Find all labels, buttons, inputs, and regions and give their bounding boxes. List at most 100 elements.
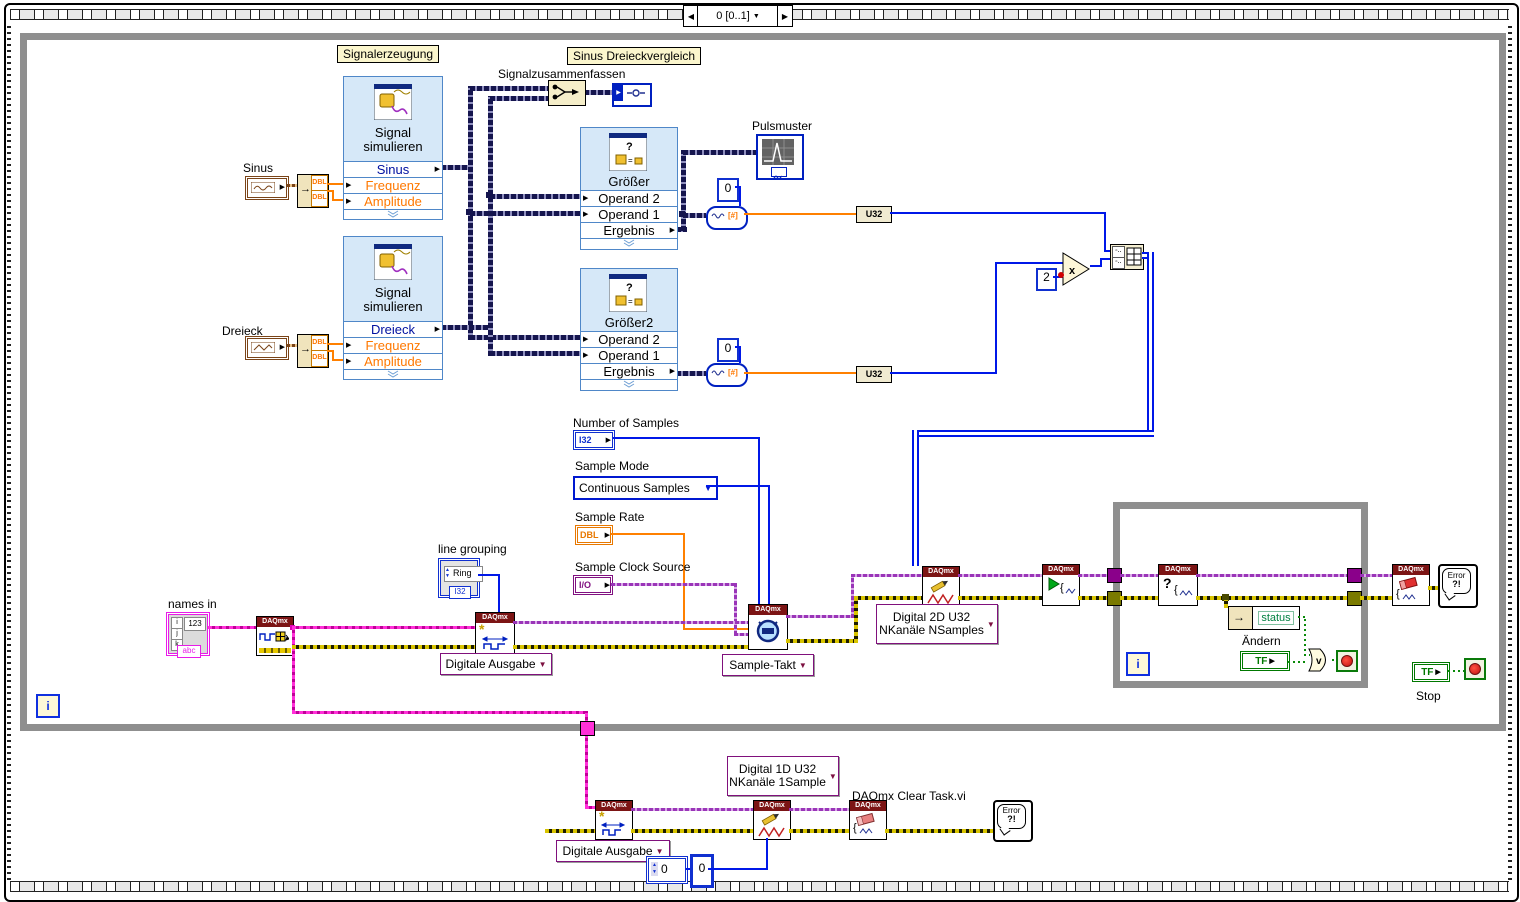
multiply-node[interactable]: x (1062, 252, 1092, 286)
expand-chevron[interactable] (581, 379, 677, 390)
convert-from-dynamic-node-2[interactable]: [#] (706, 363, 748, 387)
wire-junction (679, 211, 685, 217)
error-dialog-node-2[interactable]: Error ?! (993, 800, 1033, 842)
vi-title: Größer2 (604, 315, 654, 330)
chevron-down-icon: ▼ (986, 619, 995, 629)
stop-boolean-control[interactable]: TF ▶ (1412, 662, 1450, 682)
express-vi-groesser-1[interactable]: ? = Größer Operand 2 ▶ Operand 1 ▶ Ergebnis… (580, 127, 678, 250)
pulsmuster-chart-terminal[interactable] (756, 134, 804, 180)
two-constant[interactable]: 2 (1036, 268, 1057, 291)
sample-rate-control[interactable]: DBL ▶ (575, 525, 613, 545)
daqmx-write-node-2[interactable]: DAQmx (753, 800, 791, 840)
daqmx-create-channel-node-2[interactable]: DAQmx * (595, 800, 633, 840)
unbundle-by-name-node[interactable]: → (1228, 606, 1254, 630)
merge-signals-icon (549, 84, 583, 107)
sample-mode-dropdown[interactable]: Continuous Samples ▼ (573, 476, 718, 500)
unbundle-node-sinus[interactable]: → DBL DBL (297, 174, 329, 208)
speech-bubble-icon: Error ?! (1442, 568, 1471, 594)
inner-loop-iteration-terminal[interactable]: i (1126, 652, 1150, 676)
daqmx-write-node[interactable]: DAQmx (922, 566, 960, 608)
input-row[interactable]: Frequenz ▶ (344, 177, 442, 194)
names-in-array-control[interactable]: i j k 123 abc (166, 612, 210, 658)
dynamic-data-indicator[interactable]: ▶ (612, 83, 652, 107)
line-grouping-ring-control[interactable]: Ring ▲ ▼ I32 (438, 558, 483, 599)
zero-constant-bottom[interactable]: 0 (690, 854, 714, 888)
svg-text:v: v (1316, 656, 1322, 667)
expand-chevron[interactable] (344, 209, 442, 219)
express-vi-groesser-2[interactable]: ? = Größer2 Operand 2 ▶ Operand 1 ▶ Ergebni… (580, 268, 678, 391)
build-array-node[interactable]: ▫‥ ▫‥ (1110, 244, 1144, 270)
zero-constant-2[interactable]: 0 (717, 338, 739, 362)
free-label-signalerzeugung[interactable]: Signalerzeugung (337, 45, 440, 63)
daqmx-flatten-channel-node[interactable]: DAQmx (256, 616, 294, 656)
sample-rate-label: Sample Rate (575, 510, 645, 524)
zero-constant-1[interactable]: 0 (717, 178, 739, 202)
daqmx-timing-node[interactable]: DAQmx (748, 604, 788, 650)
vi-title: simulieren (363, 299, 423, 314)
output-arrow-icon: ▶ (434, 166, 440, 173)
aendern-boolean-control[interactable]: TF ▶ (1240, 651, 1290, 671)
sinus-cluster-control[interactable]: ▶ (245, 176, 289, 200)
wire-sinus-to-merge (470, 86, 550, 91)
daqmx-stop-task-node[interactable]: DAQmx { (1392, 564, 1430, 606)
input-row[interactable]: Operand 1 ▶ (581, 206, 677, 223)
expand-chevron[interactable] (344, 369, 442, 379)
output-row[interactable]: Sinus ▶ (344, 161, 442, 178)
daqmx-write-selector-dropdown[interactable]: Digital 2D U32 NKanäle NSamples ▼ (876, 604, 998, 644)
output-row[interactable]: Ergebnis ▶ (581, 363, 677, 380)
sequence-frame-selector[interactable]: 0 [0..1] ▼ (697, 5, 779, 27)
wire-int (739, 346, 741, 363)
input-row[interactable]: Amplitude ▶ (344, 353, 442, 370)
svg-text:=: = (628, 156, 633, 165)
array-element-cell: ▫‥ (1112, 257, 1125, 269)
input-row[interactable]: Operand 2 ▶ (581, 190, 677, 207)
dreieck-cluster-control[interactable]: ▶ (245, 336, 289, 360)
names-in-label: names in (168, 597, 217, 611)
number-of-samples-control[interactable]: I32 ▶ (573, 430, 615, 450)
status-field[interactable]: status (1252, 606, 1300, 630)
left-arrow-icon: ◀ (687, 11, 695, 21)
or-gate-node[interactable]: v (1308, 648, 1334, 672)
wire-task (1360, 574, 1392, 577)
output-row[interactable]: Dreieck ▶ (344, 321, 442, 338)
daqmx-create-selector-dropdown[interactable]: Digitale Ausgabe ▼ (440, 653, 552, 675)
output-arrow-icon: ▶ (1435, 669, 1441, 676)
sequence-next-frame-button[interactable]: ▶ (777, 5, 793, 27)
outer-loop-condition-terminal[interactable] (1464, 658, 1486, 680)
inner-loop-condition-terminal[interactable] (1336, 650, 1358, 672)
input-row[interactable]: Operand 1 ▶ (581, 347, 677, 364)
daqmx-is-task-done-node[interactable]: DAQmx ? { (1158, 564, 1198, 606)
wire-bool (1288, 661, 1308, 663)
zero-numeric-control[interactable]: ▲ ▼ 0 (646, 856, 688, 884)
sample-clock-source-control[interactable]: I/O ▶ (573, 575, 613, 595)
merge-signals-node[interactable] (548, 80, 586, 106)
wire-error (1428, 586, 1438, 590)
daqmx-create-channel-node[interactable]: DAQmx * (475, 612, 515, 656)
error-dialog-node[interactable]: Error ?! (1438, 564, 1478, 608)
to-u32-conversion[interactable]: U32 (856, 366, 892, 383)
svg-text:?: ? (626, 282, 633, 294)
daqmx-timing-selector-dropdown[interactable]: Sample-Takt ▼ (722, 654, 814, 676)
input-row[interactable]: Amplitude ▶ (344, 193, 442, 210)
output-row[interactable]: Ergebnis ▶ (581, 222, 677, 239)
unbundle-node-dreieck[interactable]: → DBL DBL (297, 334, 329, 368)
sample-clock-source-label: Sample Clock Source (575, 560, 691, 574)
express-vi-signal-simulieren-1[interactable]: Signal simulieren Sinus ▶ Frequenz ▶ Ampli… (343, 76, 443, 220)
daqmx-clear-task-node[interactable]: DAQmx { (849, 800, 887, 840)
express-vi-signal-simulieren-2[interactable]: Signal simulieren Dreieck ▶ Frequenz ▶ Amp… (343, 236, 443, 380)
wire-task (789, 808, 849, 811)
array-element[interactable]: 123 (184, 617, 206, 631)
input-row[interactable]: Operand 2 ▶ (581, 331, 677, 348)
input-row[interactable]: Frequenz ▶ (344, 337, 442, 354)
daqmx-start-task-node[interactable]: DAQmx { (1042, 564, 1080, 606)
speech-bubble-icon: Error ?! (997, 804, 1026, 829)
wire-error (854, 597, 858, 643)
convert-from-dynamic-node-1[interactable]: [#] (706, 206, 748, 230)
spinner-icon[interactable]: ▲ ▼ (651, 862, 658, 876)
daqmx-write-selector-dropdown-2[interactable]: Digital 1D U32 NKanäle 1Sample ▼ (727, 756, 839, 796)
ring-type-tag: I32 (449, 586, 471, 599)
expand-chevron[interactable] (581, 238, 677, 249)
to-u32-conversion[interactable]: U32 (856, 206, 892, 223)
free-label-sinus-dreieckvergleich[interactable]: Sinus Dreieckvergleich (567, 47, 702, 65)
outer-loop-iteration-terminal[interactable]: i (36, 694, 60, 718)
